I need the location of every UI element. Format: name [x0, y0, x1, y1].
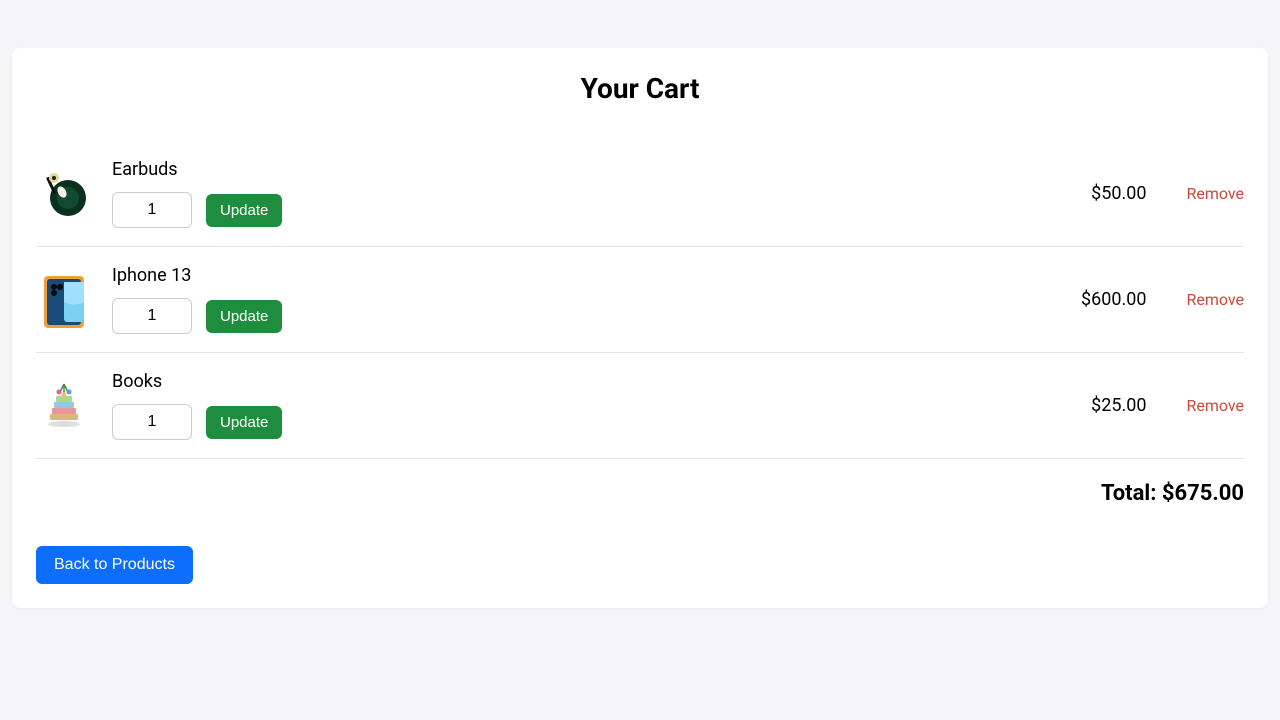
earbuds-icon: [36, 166, 92, 222]
back-to-products-button[interactable]: Back to Products: [36, 546, 193, 584]
qty-controls: Update: [112, 404, 1091, 440]
quantity-input[interactable]: [112, 192, 192, 228]
qty-controls: Update: [112, 298, 1081, 334]
item-price: $25.00: [1091, 395, 1146, 416]
item-price: $50.00: [1091, 183, 1146, 204]
update-button[interactable]: Update: [206, 406, 282, 439]
qty-controls: Update: [112, 192, 1091, 228]
cart-item-row: Iphone 13 Update $600.00 Remove: [36, 247, 1244, 353]
page-title: Your Cart: [36, 72, 1244, 105]
item-name: Books: [112, 371, 1091, 392]
quantity-input[interactable]: [112, 298, 192, 334]
item-name: Iphone 13: [112, 265, 1081, 286]
cart-item-row: Books Update $25.00 Remove: [36, 353, 1244, 459]
quantity-input[interactable]: [112, 404, 192, 440]
cart-card: Your Cart Earbuds Update $50.00 Remove: [12, 48, 1268, 608]
item-main: Iphone 13 Update: [112, 265, 1081, 334]
cart-item-row: Earbuds Update $50.00 Remove: [36, 141, 1244, 247]
remove-link[interactable]: Remove: [1186, 290, 1244, 309]
item-main: Earbuds Update: [112, 159, 1091, 228]
remove-link[interactable]: Remove: [1186, 184, 1244, 203]
item-price: $600.00: [1081, 289, 1146, 310]
cart-total: Total: $675.00: [36, 481, 1244, 506]
item-name: Earbuds: [112, 159, 1091, 180]
books-icon: [36, 378, 92, 434]
update-button[interactable]: Update: [206, 194, 282, 227]
iphone-icon: [36, 272, 92, 328]
remove-link[interactable]: Remove: [1186, 396, 1244, 415]
update-button[interactable]: Update: [206, 300, 282, 333]
item-main: Books Update: [112, 371, 1091, 440]
